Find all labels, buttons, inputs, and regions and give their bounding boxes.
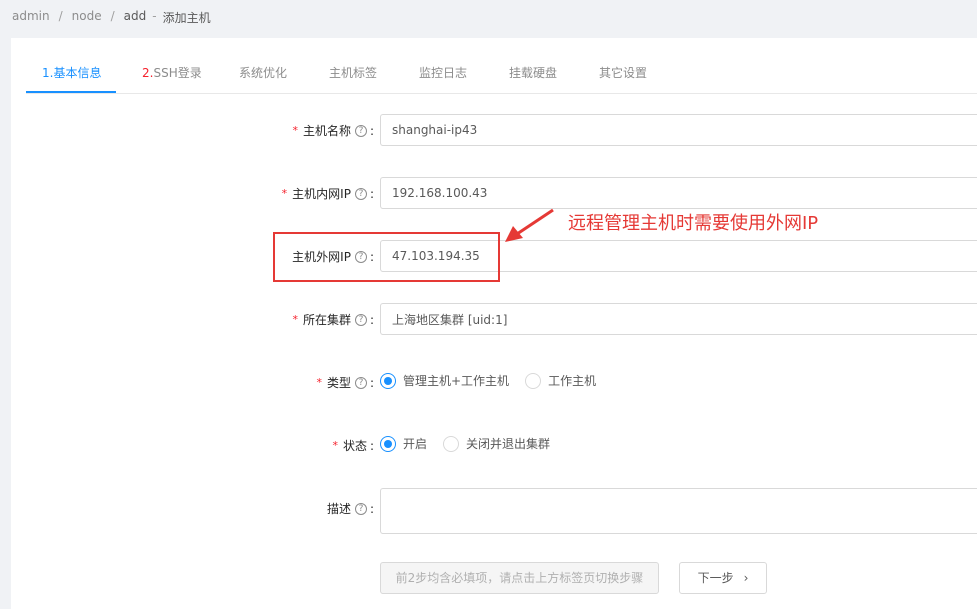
annotation-highlight-box — [273, 232, 500, 282]
radio-dot — [380, 435, 396, 452]
breadcrumb-item-admin[interactable]: admin — [12, 9, 50, 26]
required-mark: * — [316, 376, 322, 389]
tab-label: SSH登录 — [153, 66, 202, 80]
status-radio-group: 开启 关闭并退出集群 — [380, 435, 566, 452]
required-steps-hint-button: 前2步均含必填项，请点击上方标签页切换步骤 — [380, 562, 659, 594]
radio-dot — [380, 372, 396, 389]
tab-monitor-logs[interactable]: 监控日志 — [419, 64, 467, 81]
help-icon[interactable]: ? — [354, 124, 367, 137]
active-tab-indicator — [26, 91, 116, 93]
hostname-input[interactable] — [380, 114, 977, 146]
tab-basic-info[interactable]: 1.基本信息 — [42, 64, 101, 81]
cluster-select[interactable] — [380, 303, 977, 335]
radio-dot — [525, 372, 542, 389]
next-step-button[interactable]: 下一步 › — [679, 562, 767, 594]
tab-other-settings[interactable]: 其它设置 — [599, 64, 647, 81]
help-icon[interactable]: ? — [354, 376, 367, 389]
type-label: * 类型 ? : — [316, 375, 374, 391]
hostname-label: * 主机名称 ? : — [292, 123, 374, 139]
help-icon[interactable]: ? — [354, 187, 367, 200]
tab-ssh-login[interactable]: 2.SSH登录 — [142, 64, 202, 81]
breadcrumb-separator: / — [110, 9, 115, 23]
status-label: * 状态 : — [332, 438, 374, 454]
form-card: 1.基本信息 2.SSH登录 系统优化 主机标签 监控日志 挂载硬盘 其它设置 … — [11, 38, 977, 609]
type-radio-manager-worker[interactable]: 管理主机+工作主机 — [380, 372, 509, 389]
tab-label: 基本信息 — [53, 66, 102, 80]
type-radio-group: 管理主机+工作主机 工作主机 — [380, 372, 612, 389]
radio-dot — [443, 435, 460, 452]
chevron-right-icon: › — [743, 571, 749, 585]
breadcrumb-dash: - — [152, 9, 157, 23]
tab-number: 2. — [142, 66, 154, 80]
required-mark: * — [332, 439, 338, 452]
tab-system-optimization[interactable]: 系统优化 — [239, 64, 287, 81]
annotation-arrow-icon — [505, 208, 554, 242]
required-mark: * — [281, 187, 288, 200]
description-textarea[interactable] — [380, 488, 977, 534]
tab-number: 1. — [42, 66, 54, 80]
help-icon[interactable]: ? — [354, 313, 367, 326]
tab-host-tags[interactable]: 主机标签 — [329, 64, 377, 81]
required-mark: * — [292, 313, 298, 326]
cluster-label: * 所在集群 ? : — [292, 312, 374, 328]
status-radio-enabled[interactable]: 开启 — [380, 435, 427, 452]
internal-ip-input[interactable] — [380, 177, 977, 209]
breadcrumb-separator: / — [58, 9, 63, 23]
breadcrumb: admin / node / add - 添加主机 — [12, 9, 211, 26]
description-label: 描述 ? : — [326, 501, 374, 517]
breadcrumb-item-add: add — [123, 9, 147, 23]
help-icon[interactable]: ? — [354, 502, 367, 515]
tab-bar: 1.基本信息 2.SSH登录 系统优化 主机标签 监控日志 挂载硬盘 其它设置 — [26, 56, 977, 94]
status-radio-disable-leave[interactable]: 关闭并退出集群 — [443, 435, 550, 452]
breadcrumb-current-title: 添加主机 — [162, 11, 211, 25]
tab-mount-disk[interactable]: 挂载硬盘 — [509, 64, 557, 81]
type-radio-worker[interactable]: 工作主机 — [525, 372, 596, 389]
breadcrumb-item-node[interactable]: node — [72, 9, 102, 26]
required-mark: * — [292, 124, 298, 137]
internal-ip-label: * 主机内网IP ? : — [281, 186, 374, 202]
annotation-text: 远程管理主机时需要使用外网IP — [568, 213, 819, 234]
